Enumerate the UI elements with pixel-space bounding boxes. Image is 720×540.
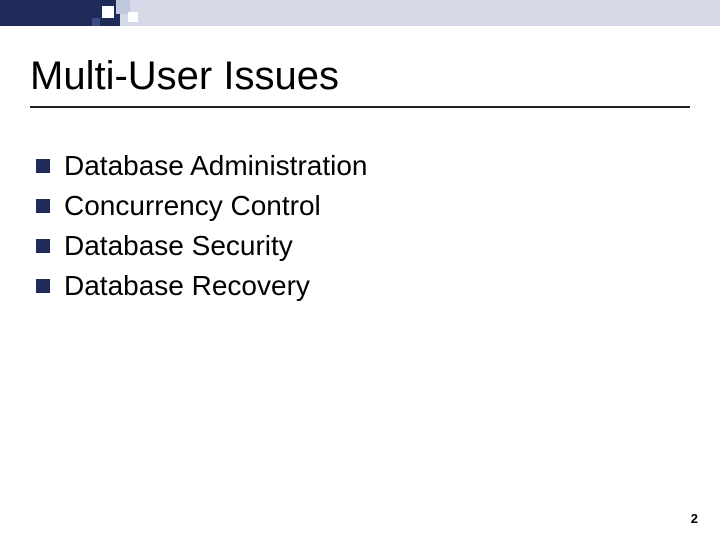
bullet-list: Database Administration Concurrency Cont…: [36, 150, 368, 310]
page-number: 2: [691, 511, 698, 526]
title-underline: [30, 106, 690, 108]
top-bar-light-segment: [120, 0, 720, 26]
list-item-label: Concurrency Control: [64, 190, 321, 222]
decorative-square-icon: [128, 12, 138, 22]
slide-title: Multi-User Issues: [30, 54, 339, 99]
square-bullet-icon: [36, 159, 50, 173]
list-item: Database Administration: [36, 150, 368, 182]
square-bullet-icon: [36, 199, 50, 213]
list-item: Concurrency Control: [36, 190, 368, 222]
list-item-label: Database Security: [64, 230, 293, 262]
list-item-label: Database Administration: [64, 150, 368, 182]
decorative-square-icon: [102, 6, 114, 18]
list-item-label: Database Recovery: [64, 270, 310, 302]
slide: Multi-User Issues Database Administratio…: [0, 0, 720, 540]
list-item: Database Recovery: [36, 270, 368, 302]
top-decorative-bar: [0, 0, 720, 26]
square-bullet-icon: [36, 279, 50, 293]
decorative-square-icon: [92, 18, 100, 26]
list-item: Database Security: [36, 230, 368, 262]
square-bullet-icon: [36, 239, 50, 253]
